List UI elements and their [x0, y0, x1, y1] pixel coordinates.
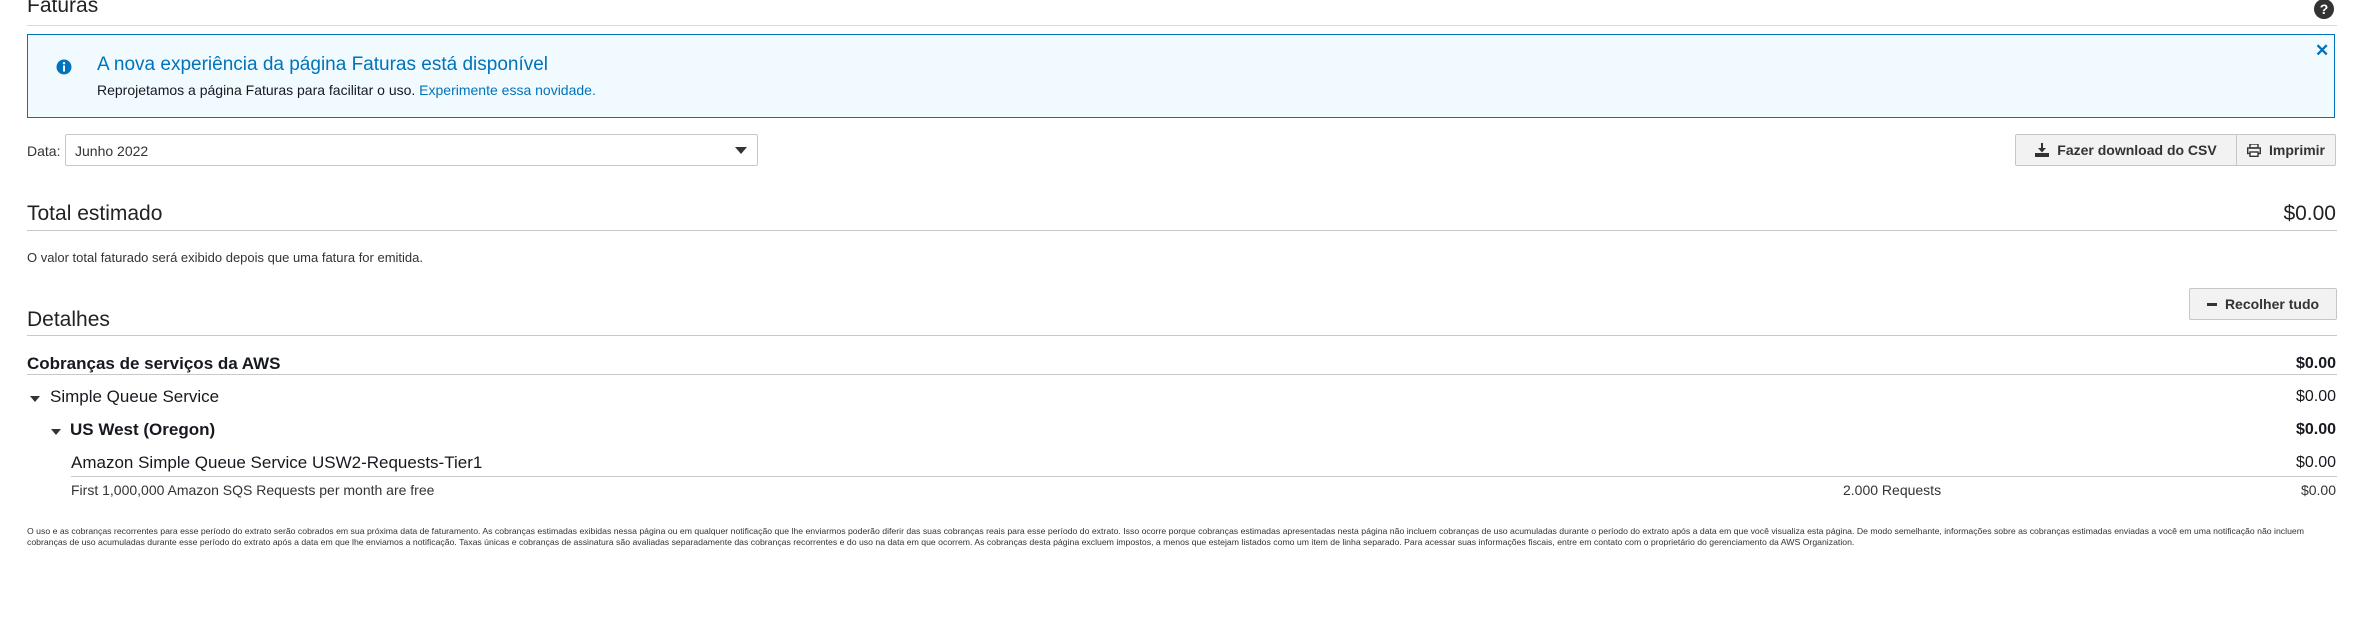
banner-body: Reprojetamos a página Faturas para facil… [97, 82, 596, 98]
total-value: $0.00 [2283, 202, 2336, 225]
date-select[interactable]: Junho 2022 [65, 134, 758, 166]
banner-title: A nova experiência da página Faturas est… [97, 54, 549, 75]
total-note: O valor total faturado será exibido depo… [27, 250, 423, 265]
service-row-amount: $0.00 [2295, 388, 2336, 405]
collapse-all-label: Recolher tudo [2224, 296, 2320, 312]
disclaimer-text: O uso e as cobranças recorrentes para es… [27, 526, 2304, 547]
print-label: Imprimir [2268, 142, 2325, 158]
usage-row-label: First 1,000,000 Amazon SQS Requests per … [71, 482, 435, 498]
svg-text:?: ? [2320, 1, 2329, 17]
line-item-divider [71, 476, 2337, 477]
details-divider [27, 335, 2337, 336]
date-select-value: Junho 2022 [75, 143, 149, 159]
download-csv-button[interactable]: Fazer download do CSV [2015, 134, 2237, 166]
total-divider [27, 230, 2337, 231]
region-row-amount: $0.00 [2295, 421, 2336, 438]
close-icon[interactable]: ✕ [2315, 41, 2329, 61]
service-charges-amount: $0.00 [2295, 355, 2336, 372]
service-row-label[interactable]: Simple Queue Service [50, 387, 219, 407]
help-circle-icon[interactable]: ? [2313, 0, 2335, 20]
caret-down-icon[interactable] [51, 429, 61, 435]
region-row-label[interactable]: US West (Oregon) [70, 420, 215, 440]
date-label: Data: [27, 143, 61, 159]
try-new-experience-link[interactable]: Experimente essa novidade. [419, 82, 596, 98]
page-title: Faturas [27, 0, 99, 17]
usage-row-quantity: 2.000 Requests [1843, 482, 1942, 498]
info-circle-icon [56, 59, 72, 75]
service-charges-divider [27, 374, 2337, 375]
collapse-all-button[interactable]: Recolher tudo [2189, 288, 2337, 320]
download-icon [2035, 143, 2050, 157]
print-icon [2246, 143, 2261, 157]
caret-down-icon[interactable] [30, 396, 40, 402]
total-title: Total estimado [27, 202, 163, 225]
usage-row-amount: $0.00 [2300, 482, 2336, 498]
details-title: Detalhes [27, 308, 110, 331]
service-charges-label: Cobranças de serviços da AWS [27, 354, 281, 373]
minus-icon [2206, 302, 2217, 306]
info-banner: A nova experiência da página Faturas est… [27, 34, 2335, 118]
download-csv-label: Fazer download do CSV [2057, 142, 2217, 158]
title-divider [27, 25, 2337, 26]
line-item-amount: $0.00 [2295, 454, 2336, 471]
banner-body-text: Reprojetamos a página Faturas para facil… [97, 82, 416, 98]
print-button[interactable]: Imprimir [2236, 134, 2336, 166]
chevron-down-icon [735, 147, 747, 154]
line-item-label: Amazon Simple Queue Service USW2-Request… [71, 453, 483, 472]
